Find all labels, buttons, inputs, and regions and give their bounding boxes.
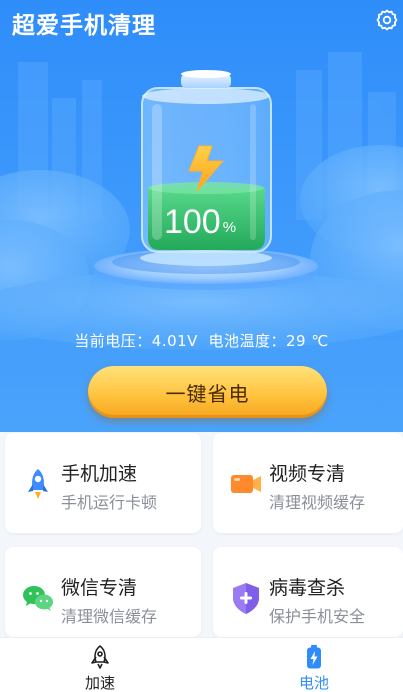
shield-icon — [233, 583, 259, 614]
card-wechat-clean[interactable]: 微信专清 清理微信缓存 — [5, 547, 201, 637]
card-title: 病毒查杀 — [269, 577, 346, 599]
battery-percent-unit: % — [223, 219, 236, 236]
card-title: 视频专清 — [269, 463, 346, 485]
app-title: 超爱手机清理 — [12, 13, 156, 39]
settings-button[interactable] — [375, 8, 399, 32]
card-title: 微信专清 — [61, 577, 138, 599]
tab-label: 加速 — [84, 674, 115, 692]
card-title: 手机加速 — [61, 463, 138, 485]
card-subtitle: 清理视频缓存 — [269, 493, 366, 512]
bottom-tab-bar: 加速 电池 — [0, 637, 403, 692]
card-virus-scan[interactable]: 病毒查杀 保护手机安全 — [213, 547, 403, 637]
battery-hero-panel: 100% 超爱手机清理 当前电压：4.01V 电池温度：29 ℃ 一键省电 — [0, 0, 403, 432]
tab-label: 电池 — [298, 674, 329, 692]
wechat-icon — [23, 586, 53, 611]
tab-boost[interactable]: 加速 — [40, 638, 160, 692]
battery-percent-value: 100 — [164, 203, 221, 241]
card-video-clean[interactable]: 视频专清 清理视频缓存 — [213, 433, 403, 533]
card-subtitle: 保护手机安全 — [269, 607, 366, 626]
rocket-icon — [28, 469, 48, 499]
voltage-value: 4.01V — [151, 332, 198, 350]
battery-icon — [307, 645, 321, 669]
card-subtitle: 手机运行卡顿 — [61, 493, 158, 512]
gear-icon — [376, 9, 398, 31]
voltage-label: 当前电压： — [74, 332, 152, 350]
rocket-outline-icon — [91, 645, 109, 669]
card-phone-boost[interactable]: 手机加速 手机运行卡顿 — [5, 433, 201, 533]
temperature-label: 电池温度： — [208, 332, 287, 350]
one-key-save-power-button[interactable]: 一键省电 — [88, 366, 327, 418]
video-camera-icon — [231, 475, 261, 493]
card-subtitle: 清理微信缓存 — [61, 607, 158, 626]
temperature-value: 29 ℃ — [286, 332, 329, 350]
tab-battery[interactable]: 电池 — [254, 638, 374, 692]
battery-status-line: 当前电压：4.01V 电池温度：29 ℃ — [0, 330, 403, 351]
